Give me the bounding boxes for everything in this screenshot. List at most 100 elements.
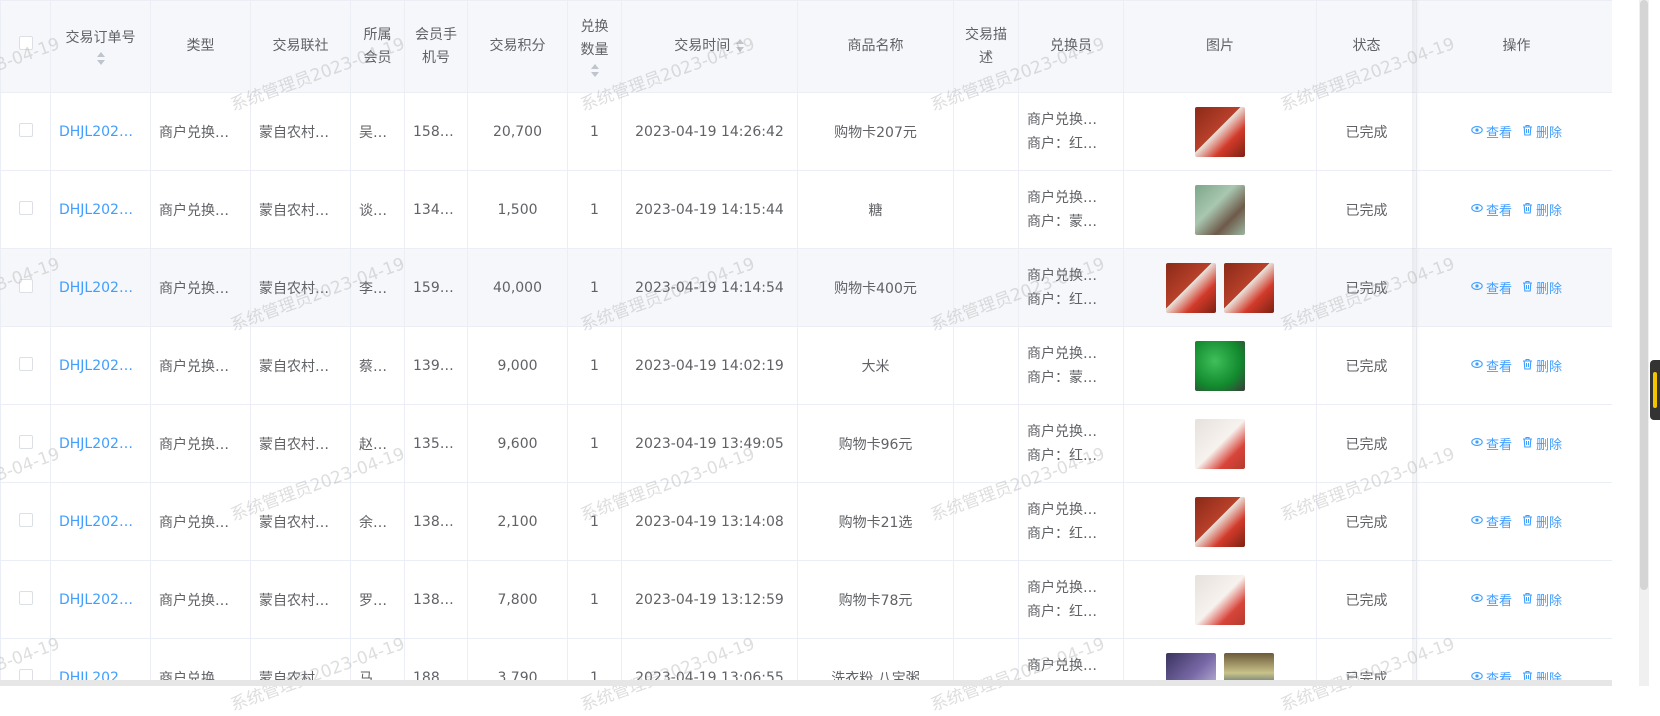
delete-button[interactable]: 删除 xyxy=(1522,356,1562,375)
ops-cell: 查看 删除 xyxy=(1416,560,1612,639)
exchange-records-table: 交易订单号 类型 交易联社 所属会员 会员手机号 交易积分 兑换数量 交易时间 … xyxy=(0,0,1612,686)
vertical-scrollbar-thumb[interactable] xyxy=(1640,0,1648,590)
delete-button[interactable]: 删除 xyxy=(1522,434,1562,453)
view-button[interactable]: 查看 xyxy=(1471,512,1512,531)
product-image-thumbnail[interactable] xyxy=(1195,496,1245,547)
type-cell: 商户兑换… xyxy=(150,560,251,639)
row-select-cell[interactable] xyxy=(0,404,51,483)
delete-button[interactable]: 删除 xyxy=(1522,512,1562,531)
order-no-link[interactable]: DHJL202… xyxy=(50,638,151,686)
product-image-thumbnail[interactable] xyxy=(1166,262,1216,313)
row-checkbox[interactable] xyxy=(18,356,33,371)
table-header-row: 交易订单号 类型 交易联社 所属会员 会员手机号 交易积分 兑换数量 交易时间 … xyxy=(0,0,1612,93)
order-no-link[interactable]: DHJL202… xyxy=(50,326,151,405)
row-checkbox[interactable] xyxy=(18,434,33,449)
product-image-thumbnail[interactable] xyxy=(1195,574,1245,625)
desc-cell xyxy=(953,326,1019,405)
time-cell: 2023-04-19 14:15:44 xyxy=(621,170,798,249)
order-no-link[interactable]: DHJL202… xyxy=(50,482,151,561)
desc-cell xyxy=(953,92,1019,171)
delete-button[interactable]: 删除 xyxy=(1522,590,1562,609)
delete-button[interactable]: 删除 xyxy=(1522,200,1562,219)
order-no-link[interactable]: DHJL202… xyxy=(50,170,151,249)
row-select-cell[interactable] xyxy=(0,92,51,171)
eye-icon xyxy=(1471,358,1486,374)
order-no-link[interactable]: DHJL202… xyxy=(50,404,151,483)
exchanger-line-2: 商户：蒙… xyxy=(1027,369,1097,386)
view-button[interactable]: 查看 xyxy=(1471,590,1512,609)
product-cell: 购物卡78元 xyxy=(797,560,954,639)
delete-button[interactable]: 删除 xyxy=(1522,278,1562,297)
product-image-thumbnail[interactable] xyxy=(1224,262,1274,313)
status-cell: 已完成 xyxy=(1316,560,1417,639)
status-cell: 已完成 xyxy=(1316,326,1417,405)
coop-cell: 蒙自农村… xyxy=(250,404,351,483)
order-no-link[interactable]: DHJL202… xyxy=(50,560,151,639)
table-row[interactable]: DHJL202… 商户兑换… 蒙自农村… 马… 188… 3,790 1 2023-04-19… xyxy=(0,638,1612,686)
image-cell xyxy=(1123,560,1317,639)
order-no-link[interactable]: DHJL202… xyxy=(50,92,151,171)
sort-icon[interactable] xyxy=(96,52,106,66)
row-select-cell[interactable] xyxy=(0,170,51,249)
table-row[interactable]: DHJL202… 商户兑换… 蒙自农村… 蔡… 139… 9,000 1 2023-04-19… xyxy=(0,326,1612,405)
trash-icon xyxy=(1522,358,1536,374)
status-cell: 已完成 xyxy=(1316,92,1417,171)
row-checkbox[interactable] xyxy=(18,200,33,215)
qty-cell: 1 xyxy=(567,482,622,561)
product-cell: 购物卡21选 xyxy=(797,482,954,561)
header-time[interactable]: 交易时间 xyxy=(621,0,798,93)
sort-icon[interactable] xyxy=(590,63,600,78)
member-cell: 蔡… xyxy=(350,326,405,405)
table-row[interactable]: DHJL202… 商户兑换… 蒙自农村… 谈… 134… 1,500 1 2023-04-19… xyxy=(0,170,1612,249)
ops-cell: 查看 删除 xyxy=(1416,92,1612,171)
points-cell: 7,800 xyxy=(467,560,568,639)
coop-cell: 蒙自农村… xyxy=(250,560,351,639)
view-button[interactable]: 查看 xyxy=(1471,122,1512,141)
row-select-cell[interactable] xyxy=(0,326,51,405)
sort-icon[interactable] xyxy=(735,39,745,53)
row-select-cell[interactable] xyxy=(0,560,51,639)
member-cell: 余… xyxy=(350,482,405,561)
time-cell: 2023-04-19 14:26:42 xyxy=(621,92,798,171)
table-row[interactable]: DHJL202… 商户兑换… 蒙自农村… 余… 138… 2,100 1 2023-04-19… xyxy=(0,482,1612,561)
product-image-thumbnail[interactable] xyxy=(1195,340,1245,391)
view-button[interactable]: 查看 xyxy=(1471,200,1512,219)
product-image-thumbnail[interactable] xyxy=(1195,418,1245,469)
table-row[interactable]: DHJL202… 商户兑换… 蒙自农村… 李… 159… 40,000 1 2023-04-1… xyxy=(0,248,1612,327)
product-image-thumbnail[interactable] xyxy=(1195,106,1245,157)
trash-icon xyxy=(1522,202,1536,218)
order-no-link[interactable]: DHJL202… xyxy=(50,248,151,327)
horizontal-scrollbar[interactable] xyxy=(0,680,1612,686)
trash-icon xyxy=(1522,280,1536,296)
row-select-cell[interactable] xyxy=(0,482,51,561)
product-cell: 购物卡207元 xyxy=(797,92,954,171)
qty-cell: 1 xyxy=(567,404,622,483)
points-cell: 3,790 xyxy=(467,638,568,686)
exchanger-line-1: 商户兑换… xyxy=(1027,579,1097,596)
header-select-all[interactable] xyxy=(0,0,51,93)
product-image-thumbnail[interactable] xyxy=(1195,184,1245,235)
row-checkbox[interactable] xyxy=(18,512,33,527)
delete-button[interactable]: 删除 xyxy=(1522,122,1562,141)
row-checkbox[interactable] xyxy=(18,122,33,137)
desc-cell xyxy=(953,404,1019,483)
select-all-checkbox[interactable] xyxy=(18,36,33,50)
phone-cell: 135… xyxy=(404,404,468,483)
header-ops: 操作 xyxy=(1416,0,1612,93)
header-order-no[interactable]: 交易订单号 xyxy=(50,0,151,93)
table-row[interactable]: DHJL202… 商户兑换… 蒙自农村… 罗… 138… 7,800 1 2023-04-19… xyxy=(0,560,1612,639)
table-row[interactable]: DHJL202… 商户兑换… 蒙自农村… 吴… 158… 20,700 1 2023-04-1… xyxy=(0,92,1612,171)
header-qty[interactable]: 兑换数量 xyxy=(567,0,622,93)
view-button[interactable]: 查看 xyxy=(1471,278,1512,297)
image-cell xyxy=(1123,326,1317,405)
row-checkbox[interactable] xyxy=(18,590,33,605)
row-checkbox[interactable] xyxy=(18,278,33,293)
row-select-cell[interactable] xyxy=(0,248,51,327)
side-tool-button[interactable] xyxy=(1650,360,1660,420)
member-cell: 吴… xyxy=(350,92,405,171)
row-select-cell[interactable] xyxy=(0,638,51,686)
qty-cell: 1 xyxy=(567,326,622,405)
table-row[interactable]: DHJL202… 商户兑换… 蒙自农村… 赵… 135… 9,600 1 2023-04-19… xyxy=(0,404,1612,483)
view-button[interactable]: 查看 xyxy=(1471,356,1512,375)
view-button[interactable]: 查看 xyxy=(1471,434,1512,453)
